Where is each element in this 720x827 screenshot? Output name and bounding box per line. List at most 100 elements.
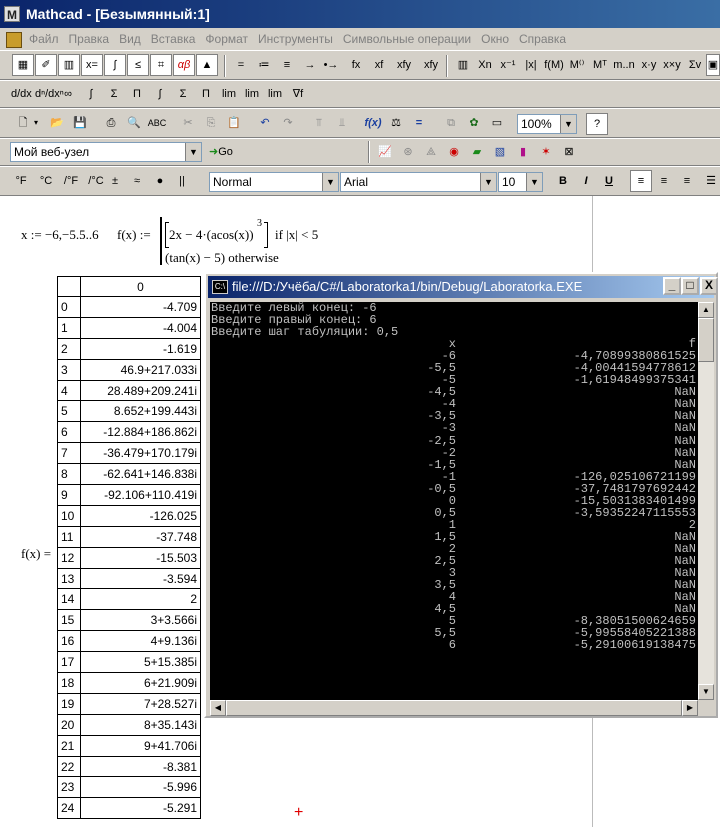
document-icon[interactable] [6,31,22,48]
resources-icon[interactable]: ✿ [463,112,485,134]
vector-sum-button[interactable]: Σv [684,54,706,76]
case1-condition[interactable]: if |x| < 5 [275,227,318,243]
save-icon[interactable]: 💾 [69,112,91,134]
scroll-up-icon[interactable]: ▲ [698,302,714,318]
parallel-button[interactable]: || [171,170,193,192]
align-down-icon[interactable]: ⫫ [331,112,353,134]
boolean-icon[interactable]: ≤ [127,54,149,76]
programming-icon[interactable]: ⌗ [150,54,172,76]
polar-plot-icon[interactable]: ⊛ [397,141,419,163]
close-button[interactable]: X [700,277,718,295]
insert-function-icon[interactable]: f(x) [362,112,384,134]
prefix-button[interactable]: fx [345,54,367,76]
symbolic-eval-button[interactable]: → [299,54,321,76]
window-icon[interactable]: ▭ [486,112,508,134]
console-output[interactable]: Введите левый конец: -6 Введите правый к… [210,302,698,700]
horizontal-scroll-thumb[interactable] [226,700,682,716]
console-window[interactable]: C:\ file:///D:/Учёба/C#/Laboratorka1/bin… [204,272,718,718]
scroll-right-icon[interactable]: ▶ [682,700,698,716]
surface-plot-icon[interactable]: ⟁ [420,141,442,163]
transpose-button[interactable]: Mᵀ [589,54,611,76]
dot-button[interactable]: ● [149,170,171,192]
result-label[interactable]: f(x) = [21,546,51,562]
keyword-eval-button[interactable]: •→ [320,54,342,76]
fahrenheit-button[interactable]: °F [8,170,34,192]
go-button[interactable]: ➜Go [208,141,244,163]
menu-file[interactable]: Файл [24,28,64,50]
vertical-scrollbar[interactable]: ▲ ▼ [698,302,714,700]
plot-wizard-icon[interactable]: ⊠ [558,141,580,163]
graph-icon[interactable]: ✐ [35,54,57,76]
insert-unit-icon[interactable]: ⚖ [385,112,407,134]
web-address-select[interactable]: Мой веб-узел ▼ [10,142,202,162]
definition-button[interactable]: ≔ [253,54,275,76]
nth-derivative-button[interactable]: dⁿ/dxⁿ [34,83,64,105]
3d-bar-icon[interactable]: ▧ [489,141,511,163]
menu-view[interactable]: Вид [114,28,146,50]
menu-help[interactable]: Справка [514,28,571,50]
3d-scatter-icon[interactable]: ▰ [466,141,488,163]
font-size-select[interactable]: 10 ▼ [498,172,543,192]
function-definition-lhs[interactable]: f(x) := [117,227,151,243]
determinant-button[interactable]: |x| [520,54,542,76]
range-sum-button[interactable]: Σ [172,83,194,105]
menu-format[interactable]: Формат [200,28,253,50]
bar-chart-icon[interactable]: ▮ [512,141,534,163]
evaluation-icon[interactable]: x= [81,54,103,76]
print-preview-icon[interactable]: 🔍 [123,112,145,134]
global-definition-button[interactable]: ≡ [276,54,298,76]
subscript-button[interactable]: Xn [474,54,496,76]
column-button[interactable]: M⁽⁾ [566,54,588,76]
dot-product-button[interactable]: x·y [638,54,660,76]
align-left-icon[interactable]: ≡ [630,170,652,192]
vector-field-icon[interactable]: ✶ [535,141,557,163]
product-button[interactable]: Π [126,83,148,105]
help-button[interactable]: ? [586,113,608,135]
symbolic-icon[interactable]: ▲ [196,54,218,76]
horizontal-scrollbar[interactable]: ◀ ▶ [210,700,698,716]
redo-icon[interactable]: ↷ [277,112,299,134]
align-right-icon[interactable]: ≡ [676,170,698,192]
delta-fahrenheit-button[interactable]: /°F [58,170,84,192]
insert-component-icon[interactable]: ⧉ [440,112,462,134]
result-table[interactable]: 0 0 -4.709 1 -4.004 2 -1.619 3 46.9+217.033i… [57,276,201,820]
infinity-button[interactable]: ∞ [57,83,79,105]
align-top-icon[interactable]: ⫪ [308,112,330,134]
treefix-button[interactable]: xfy [418,54,444,76]
vertical-scroll-thumb[interactable] [698,318,714,362]
align-center-icon[interactable]: ≡ [653,170,675,192]
inverse-button[interactable]: x⁻¹ [497,54,519,76]
bullets-icon[interactable]: ☰ [702,170,720,192]
style-select[interactable]: Normal ▼ [209,172,339,192]
underline-button[interactable]: U [598,170,620,192]
range-product-button[interactable]: Π [195,83,217,105]
right-limit-button[interactable]: lim [241,83,263,105]
open-folder-icon[interactable]: 📂 [46,112,68,134]
calculus-icon[interactable]: ∫ [104,54,126,76]
matrix-insert-button[interactable]: ▥ [452,54,474,76]
approx-button[interactable]: ≈ [126,170,148,192]
italic-button[interactable]: I [575,170,597,192]
console-title-bar[interactable]: C:\ file:///D:/Учёба/C#/Laboratorka1/bin… [208,276,714,298]
menu-tools[interactable]: Инструменты [253,28,338,50]
new-dropdown-icon[interactable]: ▾ [30,112,42,134]
range-definition[interactable]: x := −6,−5.5..6 [21,227,99,243]
evaluate-equal-button[interactable]: = [230,54,252,76]
infix-button[interactable]: xfy [391,54,417,76]
paste-icon[interactable]: 📋 [223,112,245,134]
undo-icon[interactable]: ↶ [254,112,276,134]
zoom-select[interactable]: 100% ▼ [517,114,577,134]
cut-icon[interactable]: ✂ [177,112,199,134]
limit-button[interactable]: lim [218,83,240,105]
case2-expression[interactable]: (tan(x) − 5) otherwise [165,250,279,266]
summation-button[interactable]: Σ [103,83,125,105]
scroll-down-icon[interactable]: ▼ [698,684,714,700]
plus-minus-button[interactable]: ± [104,170,126,192]
gradient-button[interactable]: ∇f [287,83,309,105]
definite-integral-button[interactable]: ∫ [80,83,102,105]
calculator-icon[interactable]: ▦ [12,54,34,76]
xy-plot-icon[interactable]: 📈 [374,141,396,163]
postfix-button[interactable]: xf [368,54,390,76]
menu-edit[interactable]: Правка [64,28,115,50]
menu-symbolics[interactable]: Символьные операции [338,28,476,50]
